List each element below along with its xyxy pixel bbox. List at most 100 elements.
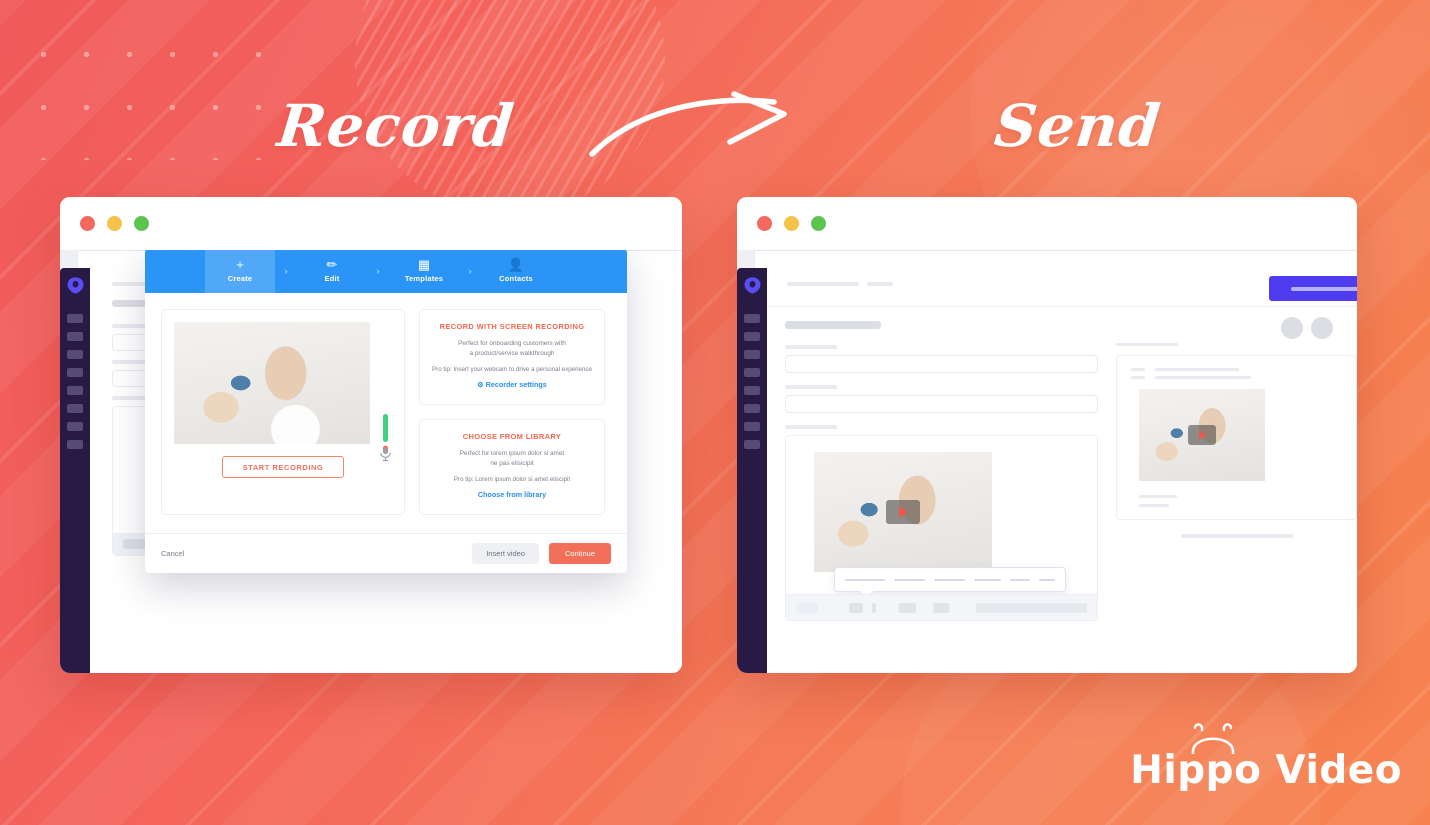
compose-tooltip bbox=[834, 567, 1066, 600]
compose-title-placeholder bbox=[785, 321, 881, 329]
sidebar-item-6[interactable] bbox=[67, 404, 83, 413]
cancel-button[interactable]: Cancel bbox=[161, 549, 184, 558]
hippo-head-icon bbox=[1191, 723, 1235, 754]
preview-card bbox=[1116, 355, 1357, 520]
option-card-screen-recording: RECORD WITH SCREEN RECORDING Perfect for… bbox=[419, 309, 605, 406]
continue-button[interactable]: Continue bbox=[548, 543, 611, 564]
person-icon: 👤 bbox=[507, 257, 525, 272]
option-title-screen-recording: RECORD WITH SCREEN RECORDING bbox=[439, 322, 585, 331]
mic-level-indicator bbox=[379, 414, 392, 462]
record-browser-window: + Create › ✏ Edit › ▦ Templates › 👤 Cont… bbox=[60, 197, 682, 673]
sidebar-item-4[interactable] bbox=[744, 368, 760, 377]
close-button[interactable] bbox=[80, 216, 95, 231]
toolbar-chip-6[interactable] bbox=[976, 602, 1088, 613]
avatar[interactable] bbox=[1281, 317, 1303, 339]
compose-editor-card bbox=[785, 435, 1099, 621]
brand-logotype: Hippo Video bbox=[1130, 748, 1402, 793]
toolbar-chip-1[interactable] bbox=[796, 602, 819, 613]
toolbar-chip-3[interactable] bbox=[871, 602, 877, 613]
compose-label-1 bbox=[785, 345, 837, 349]
compose-field-1[interactable] bbox=[785, 355, 1099, 373]
send-cta-button[interactable] bbox=[1269, 276, 1357, 301]
hippo-shield-icon[interactable] bbox=[743, 276, 762, 295]
toolbar-chip-5[interactable] bbox=[932, 602, 950, 613]
tooltip-dash-5 bbox=[1009, 578, 1030, 581]
brand-logo: Hippo Video bbox=[1130, 723, 1402, 793]
minimize-button[interactable] bbox=[107, 216, 122, 231]
tooltip-dash-2 bbox=[893, 578, 925, 581]
preview-line-2 bbox=[1155, 376, 1252, 379]
tooltip-dash-4 bbox=[973, 578, 1001, 581]
gear-icon: ⚙ bbox=[477, 380, 484, 390]
preview-bottom-placeholder bbox=[1180, 534, 1293, 538]
nav-step-templates[interactable]: ▦ Templates bbox=[389, 250, 459, 293]
preview-footer-line-2 bbox=[1139, 504, 1170, 507]
nav-step-create-label: Create bbox=[227, 274, 253, 283]
sidebar-item-4[interactable] bbox=[67, 368, 83, 377]
sidebar-item-1[interactable] bbox=[67, 314, 83, 323]
send-window-titlebar bbox=[737, 197, 1357, 250]
compose-video-thumbnail[interactable] bbox=[814, 452, 992, 572]
sidebar-item-7[interactable] bbox=[67, 422, 83, 431]
toolbar-chip-4[interactable] bbox=[899, 602, 916, 613]
nav-step-templates-label: Templates bbox=[404, 274, 444, 283]
send-breadcrumb-placeholder bbox=[787, 282, 859, 286]
record-app-body: + Create › ✏ Edit › ▦ Templates › 👤 Cont… bbox=[60, 250, 682, 673]
toolbar-chip-2[interactable] bbox=[849, 602, 863, 613]
sidebar-item-7[interactable] bbox=[744, 422, 760, 431]
record-window-titlebar bbox=[60, 197, 682, 250]
send-sidebar bbox=[737, 268, 767, 673]
plus-icon: + bbox=[236, 257, 244, 272]
webcam-preview[interactable] bbox=[174, 322, 370, 444]
option-card-library: CHOOSE FROM LIBRARY Perfect for lorem ip… bbox=[419, 419, 605, 516]
choose-from-library-link[interactable]: Choose from library bbox=[478, 490, 546, 499]
preview-footer-line-1 bbox=[1139, 495, 1178, 498]
nav-step-edit[interactable]: ✏ Edit bbox=[297, 250, 367, 293]
maximize-button[interactable] bbox=[134, 216, 149, 231]
preview-label-placeholder bbox=[1116, 343, 1179, 346]
modal-footer: Cancel Insert video Continue bbox=[145, 533, 627, 573]
minimize-button[interactable] bbox=[784, 216, 799, 231]
background-dot-grid bbox=[22, 28, 262, 160]
preview-video-thumbnail[interactable] bbox=[1139, 389, 1266, 481]
nav-step-contacts-label: Contacts bbox=[499, 274, 533, 283]
tooltip-dash-3 bbox=[933, 578, 965, 581]
recorder-settings-link[interactable]: ⚙ Recorder settings bbox=[477, 380, 547, 389]
nav-step-edit-label: Edit bbox=[324, 274, 340, 283]
sidebar-item-8[interactable] bbox=[67, 440, 83, 449]
sidebar-item-1[interactable] bbox=[744, 314, 760, 323]
microphone-icon[interactable] bbox=[379, 445, 392, 462]
sidebar-item-5[interactable] bbox=[67, 386, 83, 395]
start-recording-button[interactable]: START RECORDING bbox=[222, 456, 344, 478]
recording-options-column: RECORD WITH SCREEN RECORDING Perfect for… bbox=[419, 309, 605, 516]
headline-send: Send bbox=[991, 92, 1165, 160]
send-app-page bbox=[767, 268, 1357, 673]
play-icon[interactable] bbox=[1188, 425, 1217, 445]
play-icon[interactable] bbox=[886, 500, 920, 524]
webcam-panel: START RECORDING bbox=[161, 309, 405, 516]
nav-step-contacts[interactable]: 👤 Contacts bbox=[481, 250, 551, 293]
maximize-button[interactable] bbox=[811, 216, 826, 231]
option-title-library: CHOOSE FROM LIBRARY bbox=[462, 432, 562, 442]
close-button[interactable] bbox=[757, 216, 772, 231]
sidebar-item-5[interactable] bbox=[744, 386, 760, 395]
pencil-icon: ✏ bbox=[326, 257, 338, 272]
curved-arrow-icon bbox=[589, 91, 787, 157]
compose-field-2[interactable] bbox=[785, 395, 1099, 413]
sidebar-item-6[interactable] bbox=[744, 404, 760, 413]
hippo-shield-icon[interactable] bbox=[66, 276, 85, 295]
sidebar-item-3[interactable] bbox=[67, 350, 83, 359]
sidebar-item-2[interactable] bbox=[67, 332, 83, 341]
sidebar-item-3[interactable] bbox=[744, 350, 760, 359]
sidebar-item-2[interactable] bbox=[744, 332, 760, 341]
insert-video-button[interactable]: Insert video bbox=[472, 543, 539, 564]
modal-step-nav: + Create › ✏ Edit › ▦ Templates › 👤 Cont… bbox=[145, 250, 627, 293]
send-columns bbox=[767, 307, 1357, 621]
create-video-modal: + Create › ✏ Edit › ▦ Templates › 👤 Cont… bbox=[145, 250, 627, 573]
volume-bar bbox=[383, 414, 388, 443]
avatar[interactable] bbox=[1311, 317, 1333, 339]
nav-step-create[interactable]: + Create bbox=[205, 250, 275, 293]
sidebar-item-8[interactable] bbox=[744, 440, 760, 449]
option-desc-line2-library: ne pas elisicipit bbox=[490, 460, 534, 468]
compose-label-2 bbox=[785, 385, 837, 389]
